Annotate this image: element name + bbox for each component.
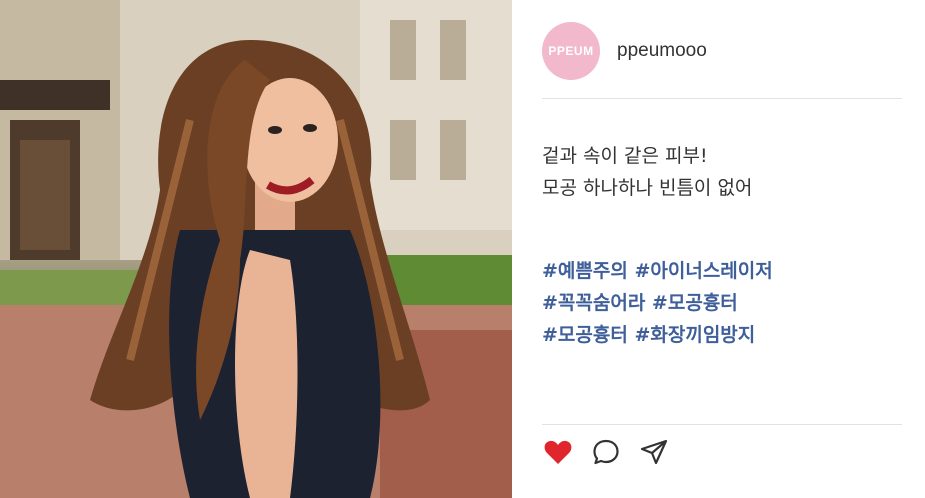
header-divider [542, 98, 902, 99]
hashtag-line[interactable]: #예쁨주의 #아이너스레이저 [542, 255, 773, 287]
action-bar [542, 436, 686, 468]
avatar[interactable]: PPEUM [542, 22, 600, 80]
comment-icon [593, 439, 619, 465]
caption-line: 모공 하나하나 빈틈이 없어 [542, 177, 753, 199]
post-photo-illustration [0, 0, 512, 498]
hashtags: #예쁨주의 #아이너스레이저 #꼭꼭숨어라 #모공흉터 #모공흉터 #화장끼임방… [542, 255, 773, 351]
hashtag-line[interactable]: #모공흉터 #화장끼임방지 [542, 319, 773, 351]
comment-button[interactable] [590, 436, 622, 468]
username[interactable]: ppeumooo [617, 40, 707, 62]
caption: 겉과 속이 같은 피부! 모공 하나하나 빈틈이 없어 [542, 140, 752, 204]
caption-line: 겉과 속이 같은 피부! [542, 145, 708, 167]
hashtag-line[interactable]: #꼭꼭숨어라 #모공흉터 [542, 287, 773, 319]
post-panel: PPEUM ppeumooo 겉과 속이 같은 피부! 모공 하나하나 빈틈이 … [512, 0, 925, 498]
heart-icon [544, 440, 572, 464]
post-photo[interactable] [0, 0, 512, 498]
like-button[interactable] [542, 436, 574, 468]
avatar-label: PPEUM [548, 44, 594, 58]
actions-divider [542, 424, 902, 425]
send-icon [640, 439, 668, 465]
share-button[interactable] [638, 436, 670, 468]
